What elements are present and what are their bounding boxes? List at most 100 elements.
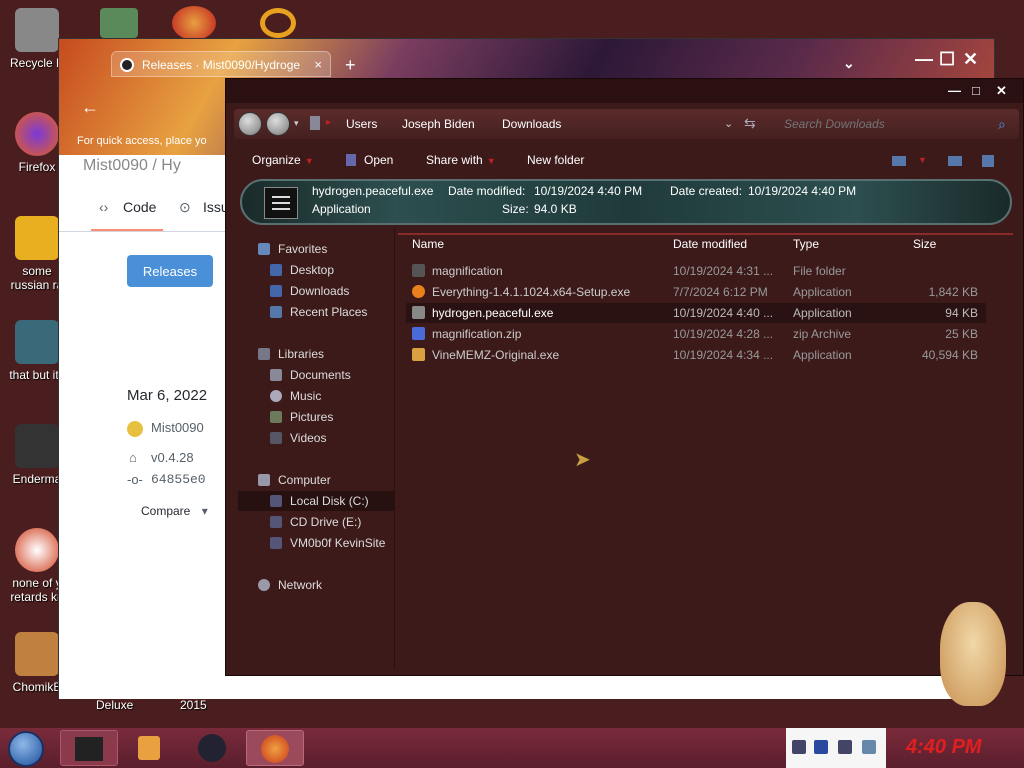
chevron-down-icon[interactable]: ▼ <box>918 155 927 165</box>
new-folder-button[interactable]: New folder <box>527 153 584 167</box>
share-label: Share with <box>426 153 483 167</box>
detail-size-label: Size: <box>502 202 529 216</box>
minimize-button[interactable]: — <box>948 83 961 98</box>
chevron-down-icon[interactable]: ▾ <box>294 118 299 129</box>
minimize-button[interactable]: — <box>915 49 933 70</box>
network-icon <box>258 579 270 591</box>
close-tab-icon[interactable]: × <box>314 57 322 72</box>
repo-title[interactable]: Mist0090 / Hy <box>83 157 181 175</box>
folder-icon <box>412 264 425 277</box>
nav-videos[interactable]: Videos <box>270 431 326 445</box>
column-header-size[interactable]: Size <box>913 237 936 251</box>
releases-button[interactable]: Releases <box>127 255 213 287</box>
chevron-down-icon[interactable]: ⌄ <box>843 55 855 72</box>
breadcrumb-user[interactable]: Joseph Biden <box>402 117 475 131</box>
nav-libraries[interactable]: Libraries <box>258 347 324 361</box>
back-arrow-icon[interactable]: ← <box>81 97 99 118</box>
libraries-icon <box>258 348 270 360</box>
nav-local-disk[interactable]: Local Disk (C:) <box>238 491 394 511</box>
compare-label: Compare <box>141 504 191 518</box>
preview-pane-icon[interactable] <box>948 156 962 166</box>
nav-network-label: Network <box>278 578 323 592</box>
detail-modified-value: 10/19/2024 4:40 PM <box>534 184 643 198</box>
release-date: Mar 6, 2022 <box>127 387 208 404</box>
tab-code[interactable]: Code <box>123 199 156 215</box>
code-icon: ‹› <box>99 199 109 215</box>
taskbar-app-pinned[interactable] <box>60 730 118 766</box>
column-header-type[interactable]: Type <box>793 237 819 251</box>
organize-button[interactable]: Organize ▼ <box>252 153 314 167</box>
close-button[interactable]: ✕ <box>996 83 1007 99</box>
details-pane: hydrogen.peaceful.exe Application Date m… <box>240 179 1012 225</box>
detail-modified-label: Date modified: <box>448 184 526 198</box>
new-tab-button[interactable]: + <box>345 55 356 76</box>
app-icon[interactable] <box>172 6 216 40</box>
recent-places-icon <box>270 306 282 318</box>
back-button[interactable] <box>238 112 262 136</box>
navigation-pane: Favorites Desktop Downloads Recent Place… <box>238 235 394 665</box>
start-button[interactable] <box>8 731 44 767</box>
nav-desktop[interactable]: Desktop <box>270 263 334 277</box>
help-icon[interactable] <box>982 155 994 167</box>
nav-videos-label: Videos <box>290 431 327 445</box>
compare-button[interactable]: Compare ▾ <box>141 504 208 518</box>
zip-icon <box>412 327 425 340</box>
network-icon[interactable] <box>814 740 828 754</box>
breadcrumb-users[interactable]: Users <box>346 117 377 131</box>
share-with-button[interactable]: Share with ▼ <box>426 153 496 167</box>
close-button[interactable]: ✕ <box>963 49 978 70</box>
taskbar-app-media[interactable] <box>122 730 180 766</box>
browser-tab[interactable]: Releases · Mist0090/Hydroge × <box>111 51 331 77</box>
nav-downloads-label: Downloads <box>290 284 350 298</box>
file-row-selected[interactable]: hydrogen.peaceful.exe 10/19/2024 4:40 ..… <box>406 303 986 323</box>
app-icon[interactable] <box>260 8 296 38</box>
nav-computer[interactable]: Computer <box>258 473 331 487</box>
nav-cd-drive[interactable]: CD Drive (E:) <box>270 515 361 529</box>
taskbar-app-firefox[interactable] <box>246 730 304 766</box>
file-row[interactable]: magnification.zip 10/19/2024 4:28 ... zi… <box>406 324 986 344</box>
detail-type: Application <box>312 202 371 216</box>
desktop-icon-label[interactable]: Deluxe <box>96 698 133 712</box>
nav-pictures[interactable]: Pictures <box>270 410 333 424</box>
author-link[interactable]: Mist0090 <box>151 420 204 435</box>
maximize-button[interactable]: □ <box>972 83 980 98</box>
eject-icon[interactable] <box>792 740 806 754</box>
pane-splitter[interactable] <box>394 229 395 669</box>
column-header-modified[interactable]: Date modified <box>673 237 747 251</box>
tag-link[interactable]: v0.4.28 <box>151 450 194 465</box>
file-row[interactable]: VineMEMZ-Original.exe 10/19/2024 4:34 ..… <box>406 345 986 365</box>
nav-vm[interactable]: VM0b0f KevinSite <box>270 536 385 550</box>
monitor-icon[interactable] <box>838 740 852 754</box>
open-button[interactable]: Open <box>346 153 393 167</box>
taskbar-app-obs[interactable] <box>184 730 242 766</box>
nav-downloads[interactable]: Downloads <box>270 284 349 298</box>
search-magnifier-icon <box>412 285 425 298</box>
nav-recent[interactable]: Recent Places <box>270 305 367 319</box>
column-header-name[interactable]: Name <box>412 237 444 251</box>
view-options-icon[interactable] <box>892 156 906 166</box>
file-type: Application <box>793 306 852 320</box>
search-input[interactable] <box>774 113 1014 135</box>
refresh-icon[interactable]: ⇆ <box>744 115 756 132</box>
volume-icon[interactable] <box>862 740 876 754</box>
nav-documents[interactable]: Documents <box>270 368 351 382</box>
app-icon[interactable] <box>100 8 138 38</box>
nav-music[interactable]: Music <box>270 389 321 403</box>
file-size: 1,842 KB <box>928 285 978 299</box>
search-icon[interactable]: ⌕ <box>998 116 1006 133</box>
explorer-titlebar[interactable]: — □ ✕ <box>226 79 1023 103</box>
file-row[interactable]: Everything-1.4.1.1024.x64-Setup.exe 7/7/… <box>406 282 986 302</box>
file-row[interactable]: magnification 10/19/2024 4:31 ... File f… <box>406 261 986 281</box>
maximize-button[interactable]: ☐ <box>939 49 955 70</box>
taskbar-clock[interactable]: 4:40 PM <box>906 736 982 759</box>
chevron-down-icon[interactable]: ⌄ <box>724 117 733 130</box>
nav-favorites[interactable]: Favorites <box>258 242 327 256</box>
commit-link[interactable]: 64855e0 <box>151 472 206 487</box>
hamster-icon[interactable] <box>940 602 1006 706</box>
nav-network[interactable]: Network <box>258 578 322 592</box>
breadcrumb-downloads[interactable]: Downloads <box>502 117 561 131</box>
forward-button[interactable] <box>266 112 290 136</box>
desktop-icon-label[interactable]: 2015 <box>180 698 207 712</box>
drive-icon <box>270 495 282 507</box>
explorer-window: — □ ✕ ▾ ▸ Users Joseph Biden Downloads ⌄… <box>225 78 1024 676</box>
